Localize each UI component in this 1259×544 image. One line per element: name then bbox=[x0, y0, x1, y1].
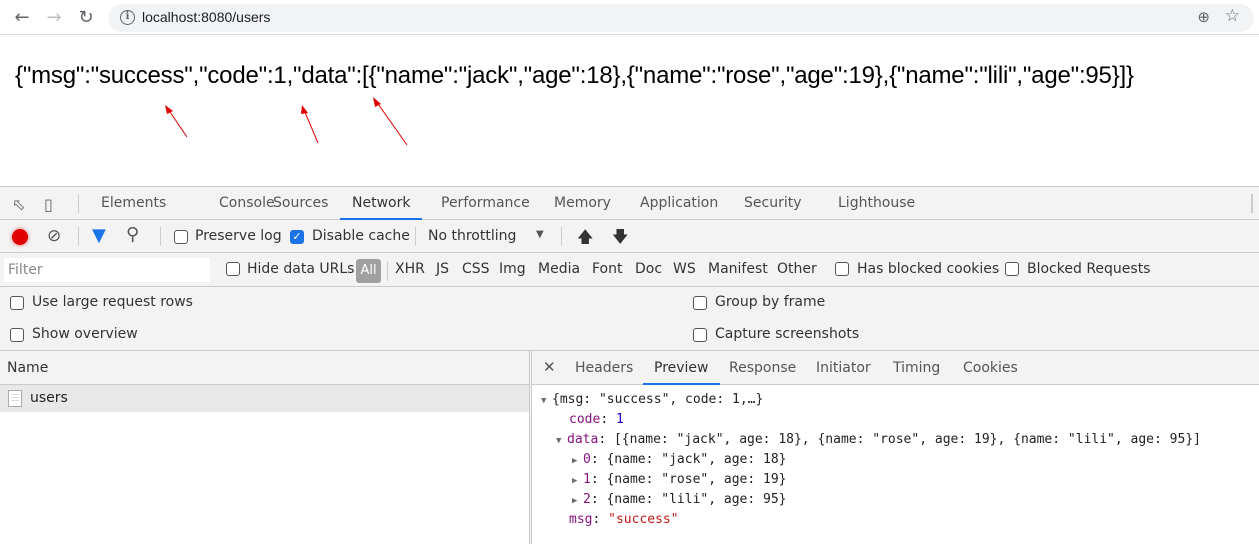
collapsed-triangle-icon[interactable]: ▶ bbox=[572, 471, 583, 491]
show-overview-label: Show overview bbox=[32, 326, 138, 342]
tab-sources[interactable]: Sources bbox=[261, 187, 340, 220]
collapsed-triangle-icon[interactable]: ▶ bbox=[572, 491, 583, 511]
export-har-icon[interactable]: 🡇 bbox=[612, 226, 628, 253]
divider bbox=[78, 194, 79, 213]
type-filter-font[interactable]: Font bbox=[592, 261, 622, 277]
tab-performance[interactable]: Performance bbox=[429, 187, 542, 220]
annotation-arrows bbox=[165, 97, 408, 146]
tab-response[interactable]: Response bbox=[729, 351, 796, 385]
filter-icon[interactable]: ▼ bbox=[92, 225, 106, 246]
throttling-select[interactable]: No throttling bbox=[428, 228, 516, 244]
type-filter-xhr[interactable]: XHR bbox=[395, 261, 425, 277]
inspect-element-icon[interactable]: ⬁ bbox=[12, 195, 25, 214]
tab-cookies[interactable]: Cookies bbox=[963, 351, 1018, 385]
capture-screenshots-checkbox[interactable] bbox=[693, 328, 707, 342]
arrow-data bbox=[373, 97, 408, 146]
document-icon bbox=[8, 390, 22, 407]
disable-cache-label: Disable cache bbox=[312, 228, 410, 244]
device-toolbar-icon[interactable]: ▯ bbox=[44, 195, 53, 214]
request-details: ✕ Headers Preview Response Initiator Tim… bbox=[531, 351, 1259, 544]
tree-item[interactable]: ▶ 2: {name: "lili", age: 95} bbox=[572, 490, 787, 510]
chevron-down-icon[interactable]: ▼ bbox=[536, 229, 544, 240]
name-column-header[interactable]: Name bbox=[0, 351, 529, 385]
blocked-requests-checkbox[interactable] bbox=[1005, 262, 1019, 276]
type-filter-js[interactable]: JS bbox=[436, 261, 449, 277]
record-button[interactable] bbox=[12, 229, 28, 245]
network-settings: Use large request rows Show overview Gro… bbox=[0, 287, 1259, 351]
large-rows-checkbox[interactable] bbox=[10, 296, 24, 310]
devtools-tabbar: ⬁ ▯ Elements Console Sources Network Per… bbox=[0, 186, 1259, 220]
preserve-log-label: Preserve log bbox=[195, 228, 282, 244]
type-filter-css[interactable]: CSS bbox=[462, 261, 490, 277]
blocked-requests-label: Blocked Requests bbox=[1027, 261, 1151, 277]
type-filter-ws[interactable]: WS bbox=[673, 261, 696, 277]
divider bbox=[1251, 194, 1253, 213]
divider bbox=[78, 227, 79, 246]
tree-code: code: 1 bbox=[569, 412, 624, 427]
filter-bar: Hide data URLs All XHR JS CSS Img Media … bbox=[0, 253, 1259, 287]
tab-security[interactable]: Security bbox=[732, 187, 814, 220]
disable-cache-checkbox[interactable]: ✓ bbox=[290, 230, 304, 244]
expand-triangle-icon[interactable]: ▼ bbox=[556, 431, 567, 451]
has-blocked-cookies-label: Has blocked cookies bbox=[857, 261, 1000, 277]
divider bbox=[415, 227, 416, 246]
network-toolbar: ⊘ ▼ ⚲ Preserve log ✓ Disable cache No th… bbox=[0, 220, 1259, 253]
tab-timing[interactable]: Timing bbox=[893, 351, 940, 385]
tree-item[interactable]: ▶ 0: {name: "jack", age: 18} bbox=[572, 450, 787, 470]
type-filter-all[interactable]: All bbox=[356, 259, 381, 283]
tab-preview[interactable]: Preview bbox=[643, 351, 720, 385]
devtools-panel: ⬁ ▯ Elements Console Sources Network Per… bbox=[0, 186, 1259, 544]
tree-root[interactable]: ▼ {msg: "success", code: 1,…} bbox=[541, 390, 763, 410]
detail-tabbar: ✕ Headers Preview Response Initiator Tim… bbox=[532, 351, 1259, 385]
type-filter-media[interactable]: Media bbox=[538, 261, 580, 277]
tab-application[interactable]: Application bbox=[628, 187, 730, 220]
arrow-code bbox=[301, 105, 319, 144]
type-filter-doc[interactable]: Doc bbox=[635, 261, 662, 277]
request-list: Name users bbox=[0, 351, 530, 544]
preserve-log-checkbox[interactable] bbox=[174, 230, 188, 244]
hide-data-urls-label: Hide data URLs bbox=[247, 261, 355, 277]
divider bbox=[387, 261, 388, 281]
tab-headers[interactable]: Headers bbox=[575, 351, 633, 385]
has-blocked-cookies-checkbox[interactable] bbox=[835, 262, 849, 276]
tree-msg: msg: "success" bbox=[569, 512, 679, 527]
type-filter-img[interactable]: Img bbox=[499, 261, 526, 277]
tab-lighthouse[interactable]: Lighthouse bbox=[826, 187, 927, 220]
tab-initiator[interactable]: Initiator bbox=[816, 351, 871, 385]
tree-item[interactable]: ▶ 1: {name: "rose", age: 19} bbox=[572, 470, 787, 490]
search-icon[interactable]: ⚲ bbox=[126, 224, 139, 245]
tree-data[interactable]: ▼ data: [{name: "jack", age: 18}, {name: … bbox=[556, 430, 1201, 450]
hide-data-urls-checkbox[interactable] bbox=[226, 262, 240, 276]
arrow-msg bbox=[165, 105, 188, 138]
divider bbox=[561, 227, 562, 246]
filter-input[interactable] bbox=[4, 258, 210, 282]
clear-icon[interactable]: ⊘ bbox=[47, 226, 61, 246]
type-filter-manifest[interactable]: Manifest bbox=[708, 261, 768, 277]
tab-network[interactable]: Network bbox=[340, 187, 423, 220]
expand-triangle-icon[interactable]: ▼ bbox=[541, 391, 552, 411]
tab-memory[interactable]: Memory bbox=[542, 187, 623, 220]
group-by-frame-checkbox[interactable] bbox=[693, 296, 707, 310]
request-name[interactable]: users bbox=[30, 390, 68, 406]
import-har-icon[interactable]: 🡅 bbox=[577, 226, 593, 253]
request-row[interactable]: users bbox=[0, 385, 529, 412]
close-icon[interactable]: ✕ bbox=[543, 358, 556, 376]
type-filter-other[interactable]: Other bbox=[777, 261, 817, 277]
divider bbox=[160, 227, 161, 246]
capture-screenshots-label: Capture screenshots bbox=[715, 326, 860, 342]
collapsed-triangle-icon[interactable]: ▶ bbox=[572, 451, 583, 471]
tab-elements[interactable]: Elements bbox=[89, 187, 178, 220]
group-by-frame-label: Group by frame bbox=[715, 294, 826, 310]
large-rows-label: Use large request rows bbox=[32, 294, 193, 310]
show-overview-checkbox[interactable] bbox=[10, 328, 24, 342]
